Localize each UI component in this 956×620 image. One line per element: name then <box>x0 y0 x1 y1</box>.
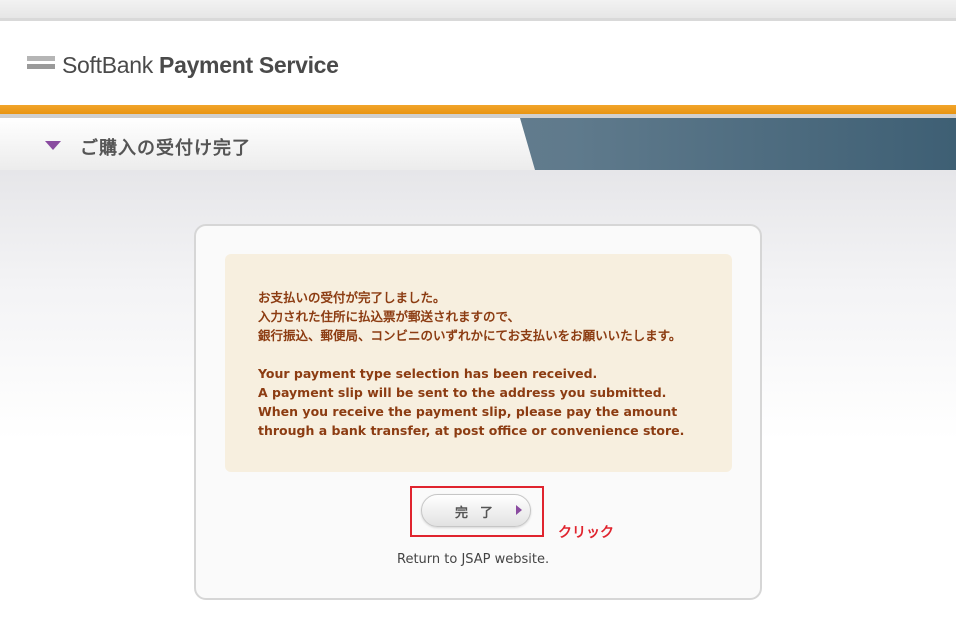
notice-line-en-4: through a bank transfer, at post office … <box>258 423 685 438</box>
notice-line-ja-1: お支払いの受付が完了しました。 <box>258 290 446 305</box>
triangle-down-icon <box>45 141 61 150</box>
notice-line-en-2: A payment slip will be sent to the addre… <box>258 385 667 400</box>
logo-brand: SoftBank <box>62 52 153 78</box>
header: SoftBank Payment Service <box>0 21 956 105</box>
arrow-right-icon <box>516 505 522 515</box>
click-annotation: クリック <box>558 525 614 541</box>
top-strip <box>0 0 956 18</box>
done-button[interactable]: 完了 <box>421 494 531 527</box>
return-text: Return to JSAP website. <box>397 552 550 567</box>
notice-line-ja-2: 入力された住所に払込票が郵送されますので、 <box>258 309 521 324</box>
done-button-label: 完了 <box>455 506 506 521</box>
logo-text: SoftBank Payment Service <box>62 52 339 79</box>
notice-line-ja-3: 銀行振込、郵便局、コンビニのいずれかにてお支払いをお願いいたします。 <box>258 328 682 343</box>
orange-header-band <box>0 105 956 114</box>
notice-box: お支払いの受付が完了しました。 入力された住所に払込票が郵送されますので、 銀行… <box>225 254 732 472</box>
notice-line-en-3: When you receive the payment slip, pleas… <box>258 404 678 419</box>
logo-service: Payment Service <box>159 52 339 78</box>
softbank-logo-icon <box>27 56 55 76</box>
notice-line-en-1: Your payment type selection has been rec… <box>258 366 598 381</box>
page-title: ご購入の受付け完了 <box>80 138 251 159</box>
